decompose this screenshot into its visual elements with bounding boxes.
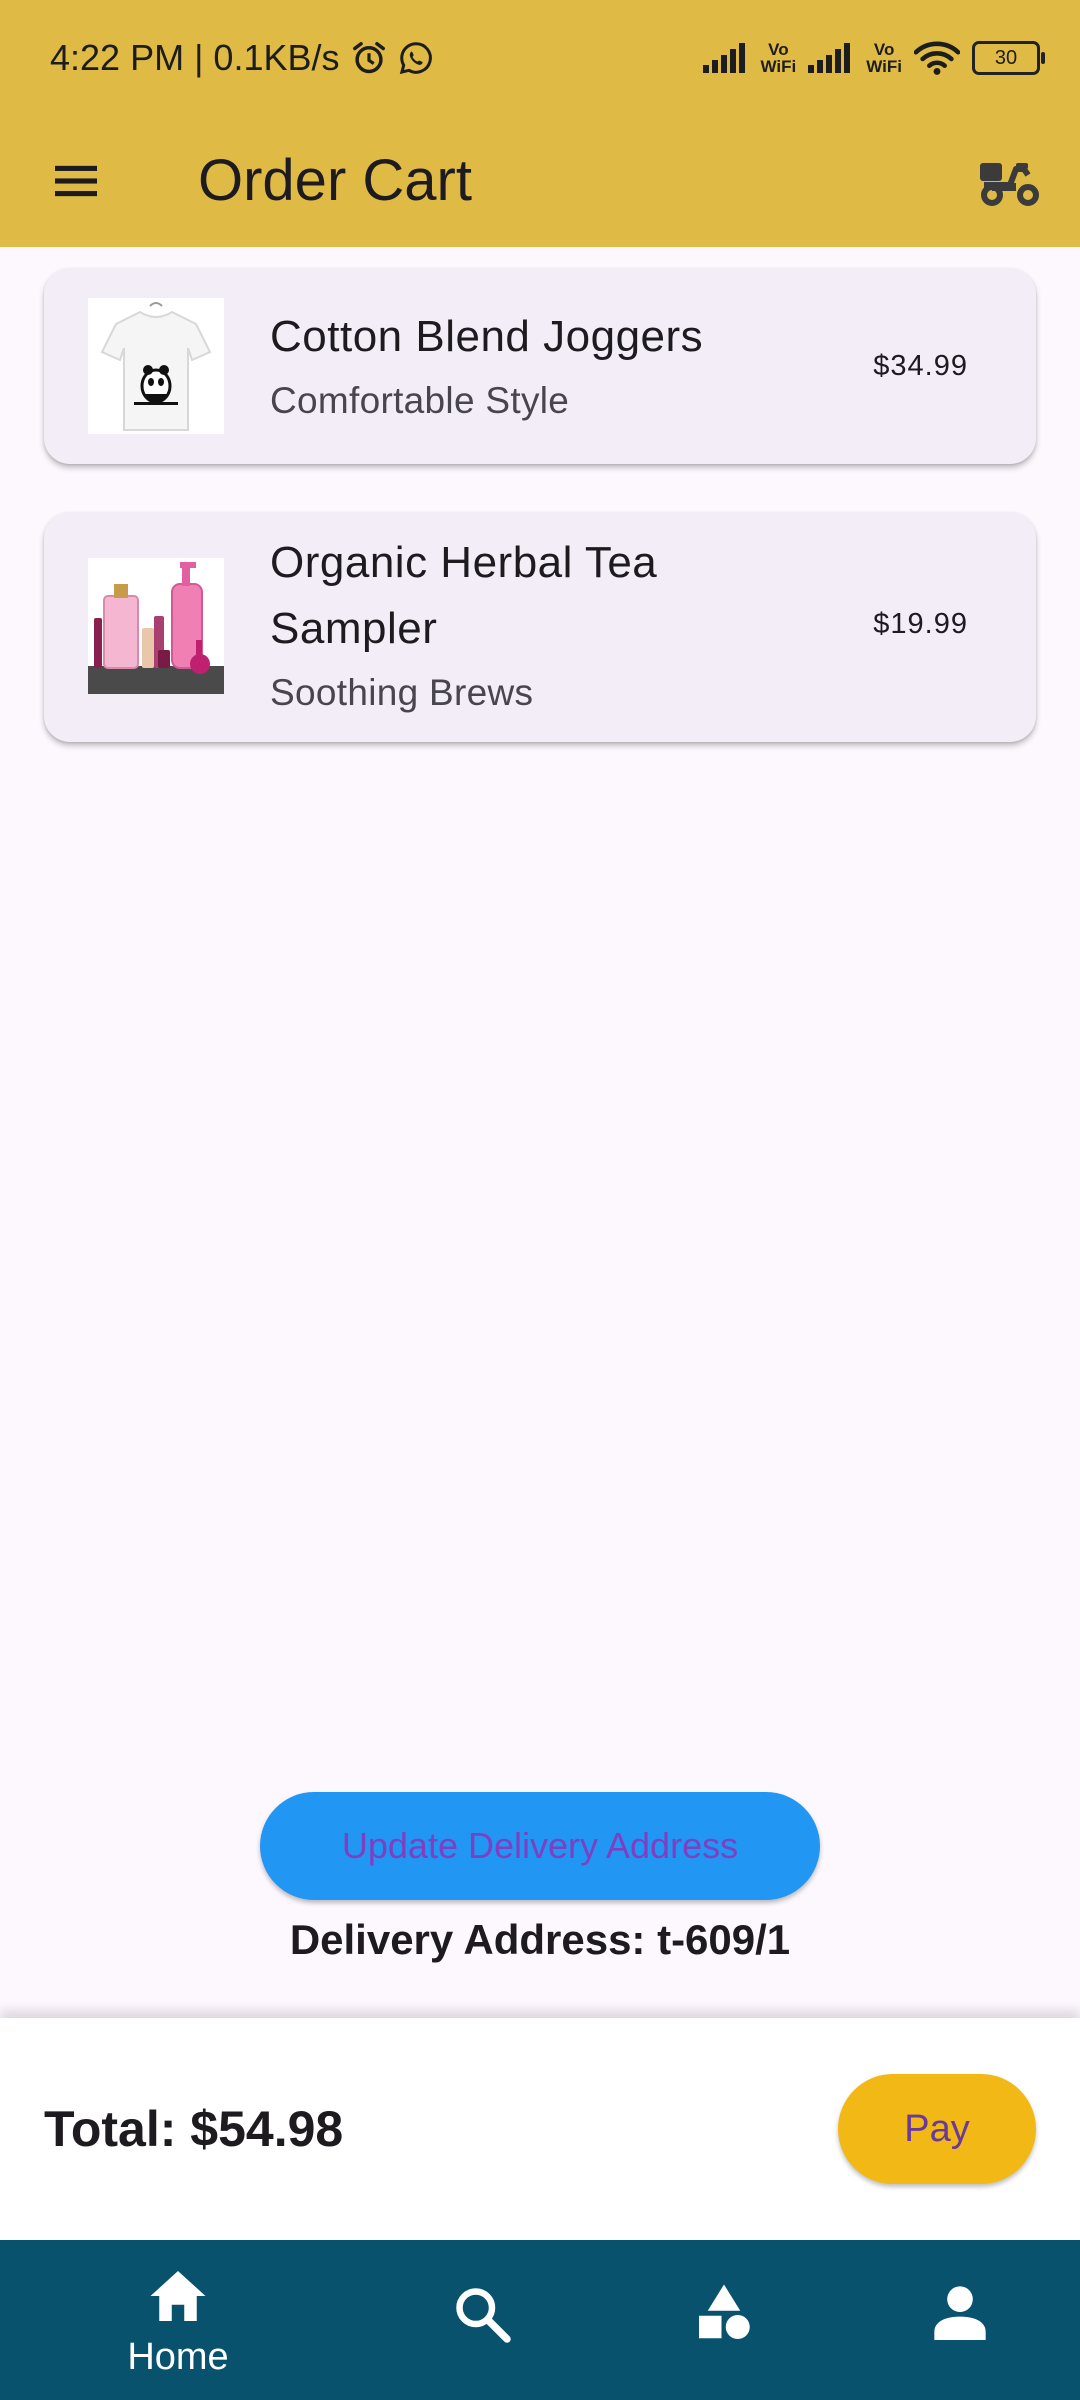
- total-label: Total: $54.98: [44, 2101, 344, 2157]
- vowifi-icon-2: Vo WiFi: [866, 40, 902, 76]
- cart-item-card[interactable]: Organic Herbal Tea Sampler Soothing Brew…: [44, 512, 1036, 742]
- alarm-icon: [352, 42, 385, 74]
- signal-icon: [702, 43, 745, 73]
- pay-button[interactable]: Pay: [838, 2074, 1036, 2184]
- categories-icon: [699, 2284, 750, 2339]
- page-title: Order Cart: [198, 148, 472, 213]
- status-left: 4:22 PM | 0.1KB/s: [50, 30, 434, 86]
- search-icon: [456, 2288, 511, 2343]
- update-delivery-address-button[interactable]: Update Delivery Address: [260, 1792, 820, 1900]
- profile-icon: [934, 2286, 986, 2340]
- wifi-icon: [914, 41, 960, 75]
- product-title: Organic Herbal Tea Sampler: [270, 530, 657, 662]
- delivery-address-text: Delivery Address: t-609/1: [289, 1916, 791, 1963]
- vowifi-icon: Vo WiFi: [760, 40, 797, 76]
- nav-search[interactable]: [442, 2240, 522, 2400]
- product-image-cosmetics: [88, 558, 224, 694]
- delivery-scooter-icon[interactable]: [978, 151, 1042, 211]
- status-right: Vo WiFi Vo WiFi 30: [702, 30, 1045, 86]
- nav-profile[interactable]: [920, 2240, 1000, 2400]
- product-subtitle: Soothing Brews: [270, 672, 534, 713]
- product-title: Cotton Blend Joggers: [270, 312, 704, 361]
- nav-categories[interactable]: [684, 2240, 764, 2400]
- product-title-line2: Sampler: [270, 604, 438, 653]
- cart-item-card[interactable]: Cotton Blend Joggers Comfortable Style $…: [44, 268, 1036, 464]
- product-title-line1: Organic Herbal Tea: [270, 538, 658, 587]
- whatsapp-icon: [399, 42, 432, 75]
- battery-icon: 30: [972, 41, 1045, 75]
- home-icon: [150, 2271, 206, 2321]
- nav-home-label: Home: [127, 2336, 229, 2378]
- product-image-tshirt: [88, 298, 224, 434]
- product-price: $34.99: [873, 350, 968, 382]
- checkout-bar: Total: $54.98 Pay: [0, 2018, 1080, 2240]
- status-time: 4:22 PM | 0.1KB/s: [50, 37, 340, 78]
- bottom-navigation: Home: [0, 2240, 1080, 2400]
- app-bar: Order Cart: [0, 115, 1080, 247]
- product-price: $19.99: [873, 608, 968, 640]
- nav-home[interactable]: Home: [88, 2240, 268, 2400]
- signal-icon-2: [808, 43, 851, 73]
- product-subtitle: Comfortable Style: [270, 380, 570, 421]
- status-bar: 4:22 PM | 0.1KB/s Vo WiFi Vo WiFi 30: [0, 0, 1080, 115]
- menu-icon[interactable]: [48, 153, 104, 209]
